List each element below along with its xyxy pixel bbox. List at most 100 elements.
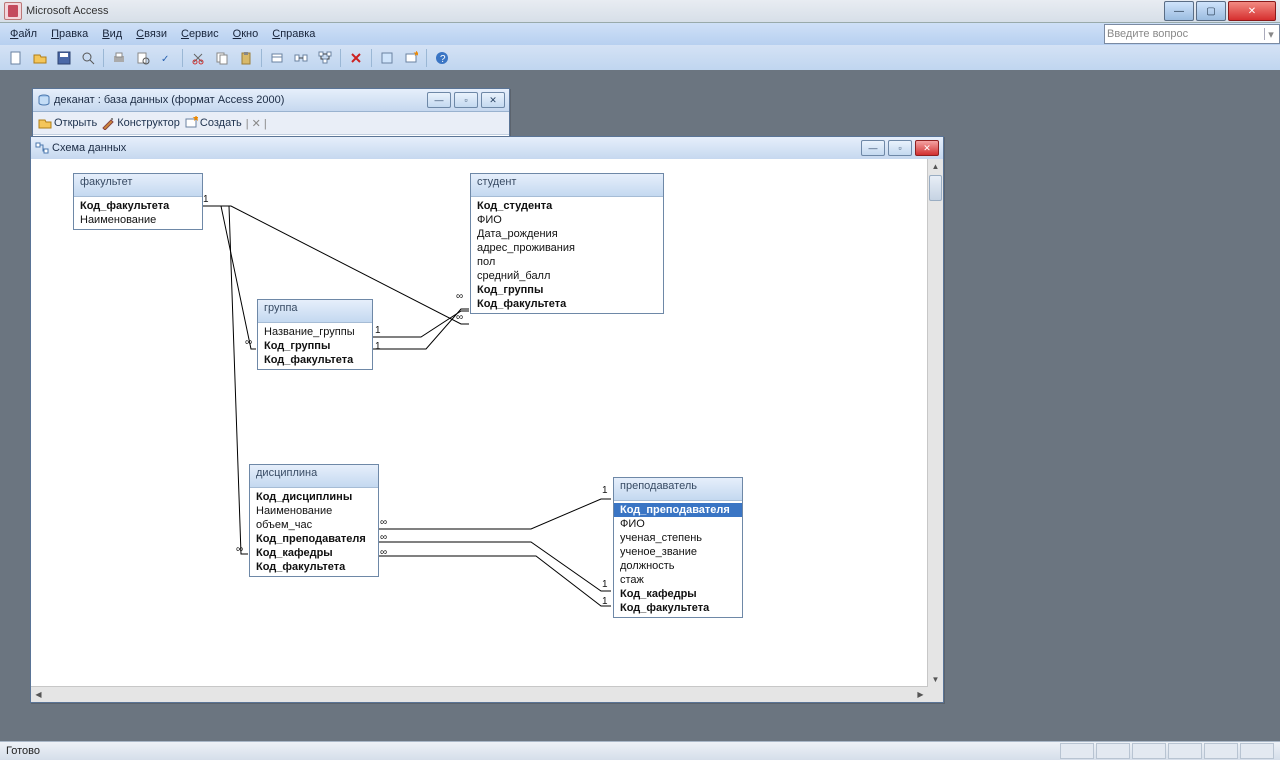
scroll-left-icon[interactable]: ◀ [31, 687, 46, 702]
table-group[interactable]: группа Название_группы Код_группы Код_фа… [257, 299, 373, 370]
field-selected[interactable]: Код_преподавателя [614, 503, 742, 517]
field[interactable]: пол [471, 255, 663, 269]
show-all-rel-icon[interactable] [314, 47, 336, 69]
relationships-window[interactable]: Схема данных — ▫ ✕ [30, 136, 944, 703]
open-icon[interactable] [29, 47, 51, 69]
delete-icon[interactable] [345, 47, 367, 69]
database-icon [37, 93, 51, 107]
menubar: Файл Правка Вид Связи Сервис Окно Справк… [0, 23, 1280, 45]
relationships-titlebar[interactable]: Схема данных — ▫ ✕ [31, 137, 943, 160]
field[interactable]: ученая_степень [614, 531, 742, 545]
cut-icon[interactable] [187, 47, 209, 69]
paste-icon[interactable] [235, 47, 257, 69]
table-title[interactable]: студент [471, 174, 663, 197]
menu-relations[interactable]: Связи [136, 28, 167, 40]
status-cell [1240, 743, 1274, 759]
search-icon[interactable] [77, 47, 99, 69]
separator-icon [426, 49, 427, 67]
table-title[interactable]: преподаватель [614, 478, 742, 501]
field[interactable]: Код_факультета [258, 353, 372, 367]
card-one: 1 [602, 596, 608, 607]
field[interactable]: должность [614, 559, 742, 573]
field[interactable]: Дата_рождения [471, 227, 663, 241]
card-one: 1 [375, 341, 381, 352]
db-minimize-button[interactable]: — [427, 92, 451, 108]
preview-icon[interactable] [132, 47, 154, 69]
print-icon[interactable] [108, 47, 130, 69]
rel-close-button[interactable]: ✕ [915, 140, 939, 156]
table-teacher[interactable]: преподаватель Код_преподавателя ФИО учен… [613, 477, 743, 618]
field[interactable]: Код_кафедры [250, 546, 378, 560]
new-icon[interactable] [5, 47, 27, 69]
table-student[interactable]: студент Код_студента ФИО Дата_рождения а… [470, 173, 664, 314]
table-title[interactable]: группа [258, 300, 372, 323]
svg-text:★: ★ [192, 116, 198, 123]
vertical-scrollbar[interactable]: ▲ ▼ [927, 159, 943, 687]
save-icon[interactable] [53, 47, 75, 69]
scroll-thumb[interactable] [929, 175, 942, 201]
db-maximize-button[interactable]: ▫ [454, 92, 478, 108]
db-create-button[interactable]: ★Создать [184, 116, 242, 130]
field[interactable]: ФИО [471, 213, 663, 227]
relationships-canvas[interactable]: 1 ∞ ∞ ∞ 1 1 ∞ ∞ ∞ ∞ 1 1 1 факультет Код_… [31, 159, 928, 687]
scroll-up-icon[interactable]: ▲ [928, 159, 943, 174]
field[interactable]: Код_дисциплины [250, 490, 378, 504]
menu-view[interactable]: Вид [102, 28, 122, 40]
menu-tools[interactable]: Сервис [181, 28, 219, 40]
rel-minimize-button[interactable]: — [861, 140, 885, 156]
field[interactable]: Название_группы [258, 325, 372, 339]
field[interactable]: Код_группы [258, 339, 372, 353]
field[interactable]: объем_час [250, 518, 378, 532]
menu-help[interactable]: Справка [272, 28, 315, 40]
field[interactable]: Код_преподавателя [250, 532, 378, 546]
ask-question-input[interactable]: Введите вопрос ▾ [1104, 24, 1280, 44]
new-object-icon[interactable]: ★ [400, 47, 422, 69]
card-one: 1 [203, 194, 209, 205]
field[interactable]: Наименование [250, 504, 378, 518]
field[interactable]: Код_факультета [74, 199, 202, 213]
card-one: 1 [602, 485, 608, 496]
field[interactable]: Код_факультета [471, 297, 663, 311]
app-titlebar: Microsoft Access — ▢ ✕ [0, 0, 1280, 23]
field[interactable]: Наименование [74, 213, 202, 227]
db-open-button[interactable]: Открыть [38, 116, 97, 130]
field[interactable]: стаж [614, 573, 742, 587]
database-window-titlebar[interactable]: деканат : база данных (формат Access 200… [33, 89, 509, 112]
maximize-button[interactable]: ▢ [1196, 1, 1226, 21]
show-table-icon[interactable] [266, 47, 288, 69]
field[interactable]: средний_балл [471, 269, 663, 283]
menu-edit[interactable]: Правка [51, 28, 88, 40]
help-icon[interactable]: ? [431, 47, 453, 69]
db-close-button[interactable]: ✕ [481, 92, 505, 108]
minimize-button[interactable]: — [1164, 1, 1194, 21]
field[interactable]: Код_факультета [614, 601, 742, 615]
table-discipline[interactable]: дисциплина Код_дисциплины Наименование о… [249, 464, 379, 577]
copy-icon[interactable] [211, 47, 233, 69]
separator-icon [371, 49, 372, 67]
field[interactable]: ФИО [614, 517, 742, 531]
menu-window[interactable]: Окно [233, 28, 259, 40]
table-title[interactable]: факультет [74, 174, 202, 197]
field[interactable]: ученое_звание [614, 545, 742, 559]
table-title[interactable]: дисциплина [250, 465, 378, 488]
db-window-icon[interactable] [376, 47, 398, 69]
spell-icon[interactable]: ✓ [156, 47, 178, 69]
table-faculty[interactable]: факультет Код_факультета Наименование [73, 173, 203, 230]
separator-icon [340, 49, 341, 67]
horizontal-scrollbar[interactable]: ◀ ▶ [31, 686, 928, 702]
resize-grip[interactable] [928, 687, 943, 702]
rel-maximize-button[interactable]: ▫ [888, 140, 912, 156]
db-design-button[interactable]: Конструктор [101, 116, 180, 130]
scroll-down-icon[interactable]: ▼ [928, 672, 943, 687]
show-direct-rel-icon[interactable] [290, 47, 312, 69]
field[interactable]: Код_группы [471, 283, 663, 297]
menu-file[interactable]: Файл [10, 28, 37, 40]
field[interactable]: Код_студента [471, 199, 663, 213]
field[interactable]: Код_кафедры [614, 587, 742, 601]
field[interactable]: адрес_проживания [471, 241, 663, 255]
field[interactable]: Код_факультета [250, 560, 378, 574]
ask-dropdown-icon[interactable]: ▾ [1264, 28, 1277, 40]
close-button[interactable]: ✕ [1228, 1, 1276, 21]
status-cell [1132, 743, 1166, 759]
scroll-right-icon[interactable]: ▶ [913, 687, 928, 702]
